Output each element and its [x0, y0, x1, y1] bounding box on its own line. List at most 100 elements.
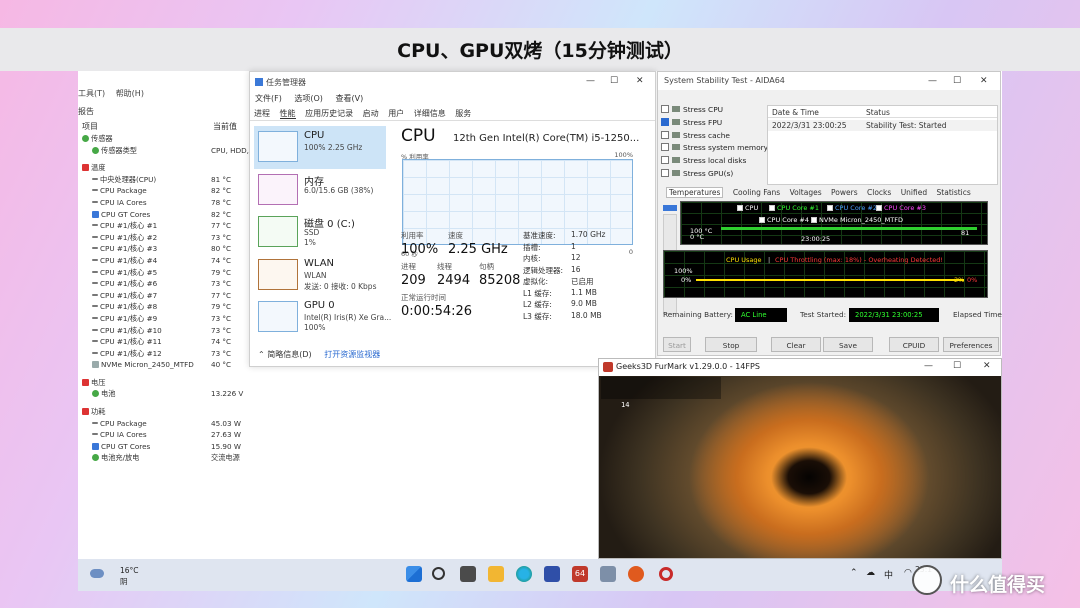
sensor-row[interactable]: CPU #1/核心 #8 79 °C [82, 302, 254, 314]
minimize-icon[interactable]: — [924, 361, 933, 371]
sensor-row[interactable]: CPU Package 82 °C [82, 186, 254, 198]
stress-gpu-option[interactable]: Stress GPU(s) [661, 168, 766, 182]
column-value[interactable]: 当前值 [213, 121, 237, 132]
legend-core2[interactable]: CPU Core #2 [827, 204, 877, 212]
tm-menu-view[interactable]: 查看(V) [335, 94, 363, 103]
legend-checkbox[interactable] [827, 205, 833, 211]
drawing-app-icon[interactable] [544, 566, 560, 582]
start-windows-icon[interactable] [406, 566, 422, 582]
resource-cpu[interactable]: CPU 100% 2.25 GHz [254, 126, 386, 169]
sensor-row[interactable]: CPU #1/核心 #4 74 °C [82, 256, 254, 268]
stress-cache-option[interactable]: Stress cache [661, 130, 766, 144]
checkbox-checked[interactable] [661, 117, 669, 126]
log-col-status[interactable]: Status [866, 108, 890, 117]
resource-memory[interactable]: 内存 6.0/15.6 GB (38%) [254, 169, 386, 212]
chevron-up-icon[interactable]: ⌃ [850, 568, 858, 578]
tab-processes[interactable]: 进程 [254, 109, 270, 118]
report-label[interactable]: 报告 [78, 106, 94, 117]
legend-checkbox[interactable] [769, 205, 775, 211]
legend-checkbox[interactable] [876, 205, 882, 211]
tab-temperatures[interactable]: Temperatures [666, 187, 724, 198]
close-icon[interactable]: ✕ [980, 76, 988, 86]
tm-menu-options[interactable]: 选项(O) [294, 94, 323, 103]
resource-disk[interactable]: 磁盘 0 (C:) SSD 1% [254, 211, 386, 254]
stress-cpu-option[interactable]: Stress CPU [661, 105, 766, 118]
sensor-row[interactable]: 传感器类型 CPU, HDD, ... [82, 146, 258, 158]
record-icon[interactable] [659, 567, 673, 581]
tab-clocks[interactable]: Clocks [867, 188, 891, 197]
stress-memory-option[interactable]: Stress system memory [661, 143, 768, 156]
file-explorer-icon[interactable] [488, 566, 504, 582]
minimize-icon[interactable]: — [928, 76, 937, 86]
stress-fpu-option[interactable]: Stress FPU [661, 117, 766, 131]
legend-cpu[interactable]: CPU [737, 204, 758, 212]
sensor-group[interactable]: 传感器 [82, 134, 254, 146]
sensor-row[interactable]: CPU GT Cores 15.90 W [82, 442, 254, 454]
weather-widget[interactable]: 16°C 阴 [88, 564, 148, 588]
sensor-group[interactable]: 电压 [82, 378, 254, 390]
resource-wlan[interactable]: WLAN WLAN 发送: 0 接收: 0 Kbps [254, 254, 386, 297]
close-icon[interactable]: ✕ [983, 361, 991, 371]
furmark-taskbar-icon[interactable] [628, 566, 644, 582]
checkbox[interactable] [661, 130, 669, 139]
save-button[interactable]: Save [823, 337, 873, 352]
checkbox[interactable] [661, 168, 669, 177]
tab-app-history[interactable]: 应用历史记录 [305, 109, 353, 118]
sensor-row[interactable]: CPU #1/核心 #6 73 °C [82, 279, 254, 291]
tab-performance[interactable]: 性能 [279, 109, 296, 119]
open-resource-monitor-link[interactable]: 打开资源监视器 [324, 350, 380, 359]
resource-gpu[interactable]: GPU 0 Intel(R) Iris(R) Xe Gra... 100% [254, 296, 391, 339]
menu-help[interactable]: 帮助(H) [116, 89, 144, 98]
edge-icon[interactable] [516, 566, 532, 582]
maximize-icon[interactable]: ☐ [610, 76, 618, 86]
sensor-row[interactable]: CPU #1/核心 #5 79 °C [82, 268, 254, 280]
tab-unified[interactable]: Unified [901, 188, 927, 197]
sensor-row[interactable]: CPU #1/核心 #11 74 °C [82, 337, 254, 349]
log-col-datetime[interactable]: Date & Time [772, 108, 819, 117]
log-row[interactable]: 2022/3/31 23:00:25 Stability Test: Start… [768, 120, 997, 131]
checkbox[interactable] [661, 156, 669, 165]
sensor-row[interactable]: CPU GT Cores 82 °C [82, 210, 254, 222]
sensor-group[interactable]: 功耗 [82, 407, 254, 419]
checkbox[interactable] [661, 105, 669, 113]
column-item[interactable]: 项目 [82, 122, 98, 131]
minimize-icon[interactable]: — [586, 76, 595, 86]
ime-indicator[interactable]: 中 [884, 568, 893, 581]
sensor-row[interactable]: CPU #1/核心 #12 73 °C [82, 349, 254, 361]
legend-nvme[interactable]: NVMe Micron_2450_MTFD [811, 216, 903, 224]
fewer-details-link[interactable]: 简略信息(D) [267, 350, 311, 359]
scroll-indicator[interactable] [663, 205, 677, 211]
tab-cooling-fans[interactable]: Cooling Fans [733, 188, 780, 197]
legend-checkbox[interactable] [759, 217, 765, 223]
close-icon[interactable]: ✕ [636, 76, 644, 86]
legend-core4[interactable]: CPU Core #4 [759, 216, 809, 224]
tab-users[interactable]: 用户 [388, 109, 404, 118]
start-button[interactable]: Start [663, 337, 691, 352]
sensor-row[interactable]: CPU IA Cores 78 °C [82, 198, 254, 210]
sensor-row[interactable]: 电池充/放电 交流电源 [82, 453, 254, 465]
cloud-sync-icon[interactable]: ☁ [866, 568, 875, 578]
tm-menu-file[interactable]: 文件(F) [255, 94, 282, 103]
maximize-icon[interactable]: ☐ [953, 76, 961, 86]
stop-button[interactable]: Stop [705, 337, 757, 352]
tab-statistics[interactable]: Statistics [937, 188, 971, 197]
legend-core1[interactable]: CPU Core #1 [769, 204, 819, 212]
legend-core3[interactable]: CPU Core #3 [876, 204, 926, 212]
maximize-icon[interactable]: ☐ [953, 361, 961, 371]
sensor-row[interactable]: CPU #1/核心 #1 77 °C [82, 221, 254, 233]
sensor-group[interactable]: 温度 [82, 163, 254, 175]
sensor-row[interactable]: CPU #1/核心 #2 73 °C [82, 233, 254, 245]
sensor-row[interactable]: CPU #1/核心 #10 73 °C [82, 326, 254, 338]
sensor-row[interactable]: NVMe Micron_2450_MTFD 40 °C [82, 360, 254, 372]
search-icon[interactable] [432, 567, 445, 580]
menu-tools[interactable]: 工具(T) [78, 89, 105, 98]
sensor-row[interactable]: CPU #1/核心 #3 80 °C [82, 244, 254, 256]
tab-powers[interactable]: Powers [831, 188, 858, 197]
tab-startup[interactable]: 启动 [363, 109, 379, 118]
legend-checkbox[interactable] [737, 205, 743, 211]
chevron-up-icon[interactable]: ⌃ [258, 350, 265, 359]
sensor-row[interactable]: CPU #1/核心 #9 73 °C [82, 314, 254, 326]
sensor-row[interactable]: CPU Package 45.03 W [82, 419, 254, 431]
sensor-row[interactable]: CPU IA Cores 27.63 W [82, 430, 254, 442]
sensor-row[interactable]: CPU #1/核心 #7 77 °C [82, 291, 254, 303]
